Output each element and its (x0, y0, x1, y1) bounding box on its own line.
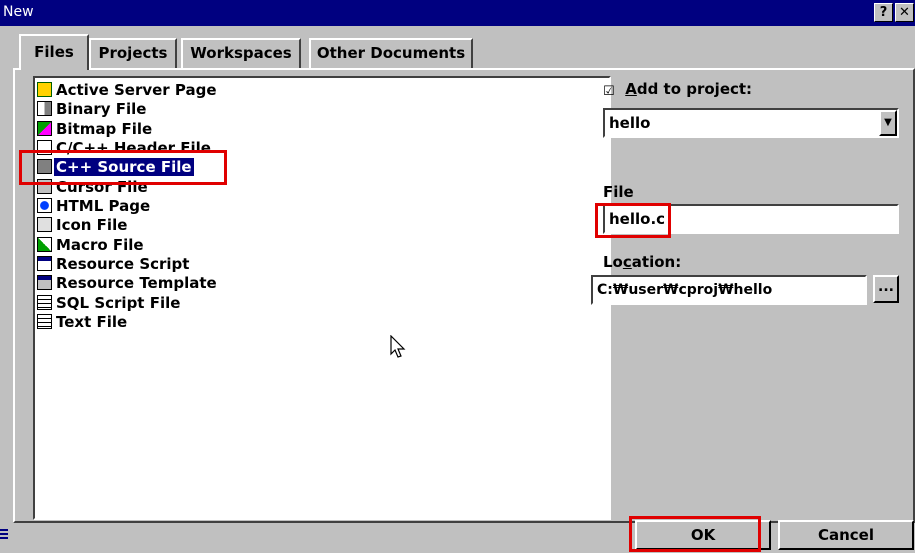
tab-files[interactable]: Files (19, 34, 89, 70)
list-item-sql-script-file[interactable]: SQL Script File (37, 294, 182, 312)
close-button[interactable]: ✕ (895, 3, 914, 22)
list-item-resource-template[interactable]: Resource Template (37, 274, 219, 292)
list-item-cpp-source-file[interactable]: C++ Source File (37, 158, 194, 176)
list-item-html-page[interactable]: HTML Page (37, 197, 152, 215)
file-name-value: hello.c (609, 210, 666, 228)
list-item-bitmap-file[interactable]: Bitmap File (37, 120, 154, 138)
cancel-button[interactable]: Cancel (778, 520, 914, 550)
left-edge-artifact (0, 26, 3, 553)
html-page-icon (37, 198, 52, 213)
list-item-active-server-page[interactable]: Active Server Page (37, 81, 219, 99)
macro-file-icon (37, 237, 52, 252)
add-to-project-hotkey: A (625, 80, 637, 98)
list-item-cursor-file[interactable]: Cursor File (37, 178, 150, 196)
file-name-input[interactable]: hello.c (603, 204, 899, 234)
location-label-pre: Lo (603, 253, 623, 271)
sql-script-file-icon (37, 295, 52, 310)
add-to-project-checkbox[interactable]: ☑ Add to project: (603, 80, 752, 99)
resource-template-icon (37, 275, 52, 290)
list-item-binary-file[interactable]: Binary File (37, 100, 148, 118)
window-title: New (3, 4, 34, 20)
dropdown-arrow-icon[interactable]: ▼ (879, 110, 897, 136)
project-select-value: hello (609, 114, 651, 132)
browse-location-button[interactable]: ... (873, 275, 899, 303)
tab-projects[interactable]: Projects (89, 38, 177, 68)
cursor-file-icon (37, 179, 52, 194)
text-file-icon (37, 314, 52, 329)
list-item-resource-script[interactable]: Resource Script (37, 255, 191, 273)
binary-file-icon (37, 101, 52, 116)
location-label-post: ation: (631, 253, 682, 271)
left-edge-stripe (0, 529, 8, 541)
project-select[interactable]: hello ▼ (603, 108, 899, 138)
list-item-text-file[interactable]: Text File (37, 313, 129, 331)
location-label-hotkey: c (622, 253, 632, 271)
icon-file-icon (37, 217, 52, 232)
file-type-list[interactable]: Active Server Page Binary File Bitmap Fi… (33, 76, 611, 520)
list-item-header-file[interactable]: C/C++ Header File (37, 139, 213, 157)
list-item-icon-file[interactable]: Icon File (37, 216, 129, 234)
mouse-pointer-icon (390, 335, 406, 358)
add-to-project-label: Add to project: (625, 80, 752, 98)
active-server-page-icon (37, 82, 52, 97)
bitmap-file-icon (37, 121, 52, 136)
header-file-icon (37, 140, 52, 155)
cpp-source-file-icon (37, 159, 52, 174)
list-item-macro-file[interactable]: Macro File (37, 236, 146, 254)
location-value: C:₩user₩cproj₩hello (597, 282, 773, 298)
ok-button[interactable]: OK (635, 520, 771, 550)
location-label: Location: (603, 253, 681, 271)
add-to-project-label-rest: dd to project: (636, 80, 753, 98)
title-bar: New ? ✕ (0, 0, 915, 26)
location-input[interactable]: C:₩user₩cproj₩hello (591, 275, 867, 305)
tab-other-documents[interactable]: Other Documents (309, 38, 473, 68)
resource-script-icon (37, 256, 52, 271)
tab-workspaces[interactable]: Workspaces (181, 38, 301, 68)
file-label: File (603, 183, 634, 201)
checkbox-check-icon: ☑ (603, 84, 615, 99)
help-button[interactable]: ? (874, 3, 893, 22)
new-dialog: Files Projects Workspaces Other Document… (13, 26, 915, 553)
